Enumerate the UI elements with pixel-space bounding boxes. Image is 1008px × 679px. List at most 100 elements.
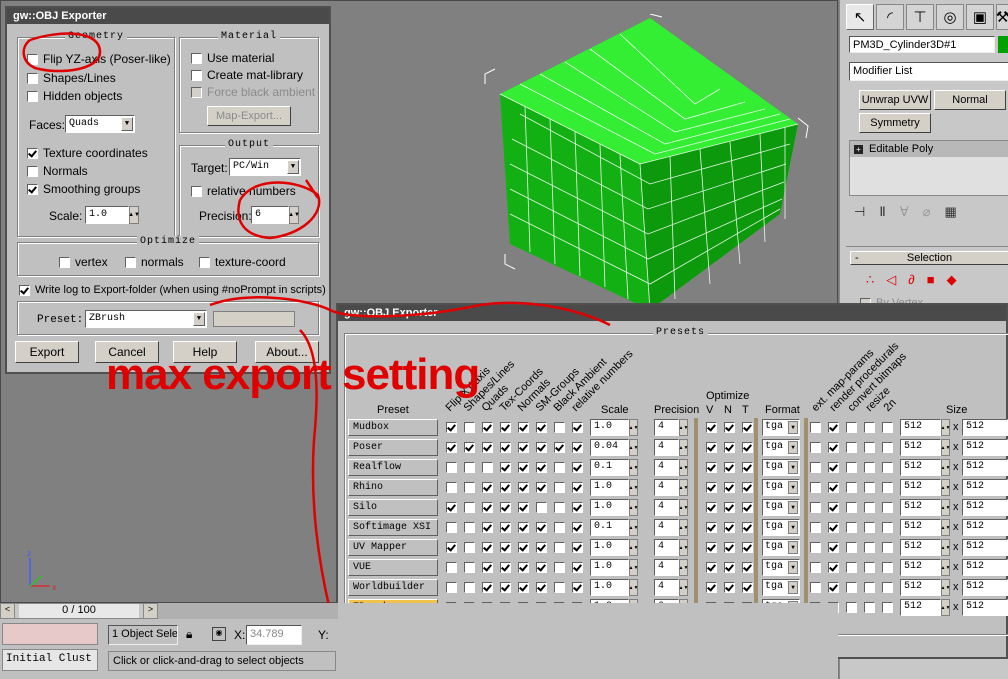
pointer-icon[interactable]: ↖	[846, 4, 874, 30]
preset-optimize-checkbox[interactable]	[724, 522, 735, 533]
preset-scale-value[interactable]: 1.0	[590, 559, 629, 576]
preset-name[interactable]: VUE	[348, 559, 438, 576]
preset-option-checkbox[interactable]	[518, 462, 529, 473]
preset-width-value[interactable]: 512	[900, 459, 941, 476]
object-name-field[interactable]: PM3D_Cylinder3D#1	[849, 36, 995, 53]
preset-option-checkbox[interactable]	[536, 462, 547, 473]
preset-row[interactable]: Mudbox 1.0 ▲▼ 4 ▲▼ tga ▼ 512 ▲▼ x 512	[348, 418, 1008, 438]
preset-optimize-checkbox[interactable]	[706, 442, 717, 453]
preset-width-spinner[interactable]: 512 ▲▼	[900, 439, 950, 456]
preset-precision-spinner[interactable]: 4 ▲▼	[654, 419, 688, 436]
spinner-arrows-icon[interactable]: ▲▼	[941, 559, 950, 576]
preset-option-checkbox[interactable]	[518, 422, 529, 433]
preset-scale-spinner[interactable]: 1.0▲▼	[590, 479, 638, 496]
preset-option-checkbox[interactable]	[518, 502, 529, 513]
preset-height-spinner[interactable]: 512	[962, 519, 1008, 536]
frame-counter[interactable]: 0 / 100	[19, 604, 139, 618]
preset-option-checkbox[interactable]	[446, 562, 457, 573]
preset-map-checkbox[interactable]	[828, 442, 839, 453]
preset-optimize-checkbox[interactable]	[706, 502, 717, 513]
preset-precision-spinner[interactable]: 4 ▲▼	[654, 559, 688, 576]
preset-map-checkbox[interactable]	[828, 542, 839, 553]
spinner-arrows-icon[interactable]: ▲▼	[629, 559, 638, 576]
display-icon[interactable]: ▣	[966, 4, 994, 30]
expand-icon[interactable]: +	[854, 144, 863, 154]
preset-scale-value[interactable]: 0.1	[590, 519, 629, 536]
map-export-button[interactable]: Map-Export...	[207, 106, 291, 126]
spinner-arrows-icon[interactable]: ▲▼	[629, 439, 638, 456]
preset-name[interactable]: Poser	[348, 439, 438, 456]
preset-option-checkbox[interactable]	[464, 462, 475, 473]
preset-height-value[interactable]: 512	[962, 479, 1008, 496]
preset-option-checkbox[interactable]	[572, 562, 583, 573]
scale-value[interactable]: 1.0	[85, 206, 129, 224]
preset-optimize-checkbox[interactable]	[742, 482, 753, 493]
preset-option-checkbox[interactable]	[464, 422, 475, 433]
preset-map-checkbox[interactable]	[864, 542, 875, 553]
preset-map-checkbox[interactable]	[864, 422, 875, 433]
preset-optimize-checkbox[interactable]	[724, 562, 735, 573]
shapes-checkbox[interactable]	[27, 72, 38, 84]
preset-option-checkbox[interactable]	[464, 502, 475, 513]
preset-map-checkbox[interactable]	[810, 522, 821, 533]
preset-format-select[interactable]: tga▼	[762, 459, 800, 476]
preset-map-checkbox[interactable]	[810, 482, 821, 493]
opt-texcoord-checkbox[interactable]	[199, 256, 210, 268]
preset-option-checkbox[interactable]	[464, 582, 475, 593]
preset-optimize-checkbox[interactable]	[706, 562, 717, 573]
preset-row[interactable]: VUE 1.0 ▲▼ 4 ▲▼ tga ▼ 512 ▲▼ x 512	[348, 558, 1008, 578]
preset-format-select[interactable]: tga▼	[762, 559, 800, 576]
chevron-left-icon[interactable]: <	[1, 604, 15, 618]
preset-scale-value[interactable]: 0.04	[590, 439, 629, 456]
border-icon[interactable]: ∂	[908, 272, 914, 290]
preset-precision-spinner[interactable]: 4 ▲▼	[654, 499, 688, 516]
preset-optimize-checkbox[interactable]	[706, 422, 717, 433]
preset-option-checkbox[interactable]	[554, 482, 565, 493]
preset-option-checkbox[interactable]	[446, 582, 457, 593]
preset-map-checkbox[interactable]	[846, 582, 857, 593]
preset-row[interactable]: Worldbuilder 1.0 ▲▼ 4 ▲▼ tga ▼ 512 ▲▼ x 512	[348, 578, 1008, 598]
preset-option-checkbox[interactable]	[518, 542, 529, 553]
preset-option-checkbox[interactable]	[500, 522, 511, 533]
chevron-down-icon[interactable]: ▼	[788, 561, 798, 574]
preset-option-checkbox[interactable]	[464, 442, 475, 453]
preset-option-checkbox[interactable]	[500, 502, 511, 513]
preset-option-checkbox[interactable]	[500, 422, 511, 433]
preset-scale-value[interactable]: 1.0	[590, 479, 629, 496]
preset-precision-value[interactable]: 4	[654, 559, 679, 576]
preset-optimize-checkbox[interactable]	[742, 462, 753, 473]
spinner-arrows-icon[interactable]: ▲▼	[941, 519, 950, 536]
preset-height-value[interactable]: 512	[962, 499, 1008, 516]
preset-map-checkbox[interactable]	[846, 422, 857, 433]
preset-option-checkbox[interactable]	[464, 542, 475, 553]
utilities-icon[interactable]: ⚒	[996, 4, 1008, 30]
preset-map-checkbox[interactable]	[810, 582, 821, 593]
preset-width-value[interactable]: 512	[900, 599, 941, 616]
preset-row[interactable]: UV Mapper 1.0 ▲▼ 4 ▲▼ tga ▼ 512 ▲▼ x 512	[348, 538, 1008, 558]
preset-option-checkbox[interactable]	[536, 582, 547, 593]
preset-map-checkbox[interactable]	[810, 502, 821, 513]
preset-scale-value[interactable]: 1.0	[590, 419, 629, 436]
preset-option-checkbox[interactable]	[482, 542, 493, 553]
preset-option-checkbox[interactable]	[482, 442, 493, 453]
preset-name[interactable]: Silo	[348, 499, 438, 516]
time-slider[interactable]: < 0 / 100 >	[0, 603, 158, 619]
hidden-row[interactable]: Hidden objects	[27, 89, 122, 103]
flip-row[interactable]: Flip YZ-axis (Poser-like)	[27, 52, 171, 66]
preset-option-checkbox[interactable]	[482, 502, 493, 513]
preset-row[interactable]: Silo 1.0 ▲▼ 4 ▲▼ tga ▼ 512 ▲▼ x 512	[348, 498, 1008, 518]
preset-option-checkbox[interactable]	[554, 582, 565, 593]
preset-option-checkbox[interactable]	[572, 542, 583, 553]
preset-optimize-checkbox[interactable]	[742, 522, 753, 533]
absolute-mode-icon[interactable]: ◉	[212, 627, 226, 641]
preset-option-checkbox[interactable]	[554, 562, 565, 573]
preset-width-spinner[interactable]: 512 ▲▼	[900, 599, 950, 616]
preset-width-value[interactable]: 512	[900, 419, 941, 436]
preset-name[interactable]: Realflow	[348, 459, 438, 476]
preset-width-spinner[interactable]: 512 ▲▼	[900, 539, 950, 556]
export-button[interactable]: Export	[15, 341, 79, 363]
modifier-list-dropdown[interactable]: Modifier List	[849, 62, 1008, 81]
preset-map-checkbox[interactable]	[864, 522, 875, 533]
selection-rollout-header[interactable]: - Selection	[850, 251, 1008, 265]
spinner-arrows-icon[interactable]: ▲▼	[941, 579, 950, 596]
